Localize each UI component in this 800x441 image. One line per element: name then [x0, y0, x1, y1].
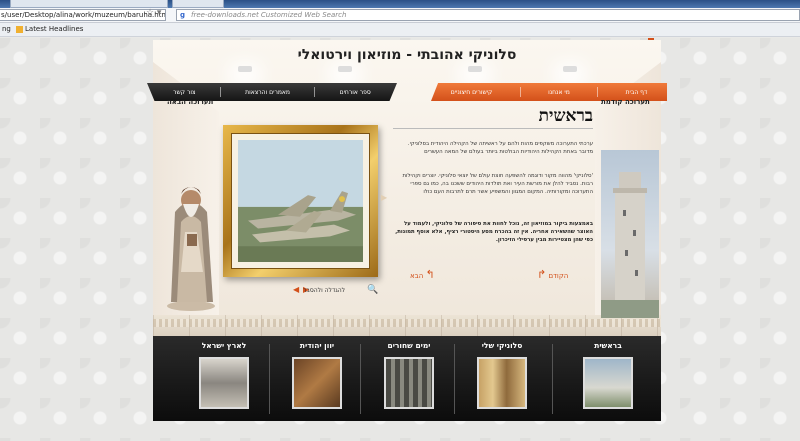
- nav-separator: [314, 87, 316, 97]
- old-man-figure[interactable]: [163, 152, 219, 312]
- exhibit-thumb-beginning[interactable]: בראשית: [562, 336, 654, 421]
- star-icon[interactable]: ☆ ▾: [146, 8, 161, 18]
- nav-separator: [519, 87, 521, 97]
- browser-tab[interactable]: [172, 0, 224, 8]
- search-engine-icon: g: [180, 11, 186, 19]
- thumb-image: [477, 357, 527, 409]
- nav-separator: [219, 87, 221, 97]
- white-tower-image[interactable]: [601, 150, 659, 318]
- browser-tab-strip: [0, 0, 800, 8]
- back-link-label: הקודם: [548, 272, 569, 280]
- frame-mat: [231, 133, 370, 269]
- thumb-label: יוון יהודית: [299, 341, 335, 350]
- white-tower-drawing: [601, 172, 659, 318]
- enlarge-caption[interactable]: להגדלה ולהסבר: [303, 287, 345, 294]
- exhibit-paragraph: ערכתי התערוכה משקפים מהות ולהם על ראשיתה…: [407, 141, 593, 155]
- nav-link-external[interactable]: קישורים חיצוניים: [451, 89, 493, 96]
- thumb-label: בראשית: [594, 341, 622, 350]
- navigation-bar: s/user/Desktop/alina/work/muzeum/baruha.…: [0, 8, 800, 23]
- arrow-left-icon[interactable]: ◀: [293, 285, 299, 294]
- museum-title: סלוניקי אהובתי - מוזיאון וירטואלי: [297, 47, 517, 63]
- jet-photo-drawing: [238, 140, 363, 262]
- thumb-image: [292, 357, 342, 409]
- bookmark-item[interactable]: ng: [2, 23, 11, 36]
- bookmark-label: Latest Headlines: [25, 25, 84, 33]
- exhibits-strip: בראשית סלוניקי שלי ימים שחורים יוון יהוד…: [153, 336, 661, 421]
- back-link[interactable]: הקודם ↱: [537, 268, 568, 281]
- arrow-curve-left-icon: ↰: [425, 268, 435, 281]
- thumb-label: סלוניקי שלי: [481, 341, 523, 350]
- exhibit-paragraph: באמצעות ביקור במוזיאון זה, נוכל לחוות את…: [395, 221, 593, 243]
- arrow-curve-right-icon: ↱: [537, 268, 547, 281]
- thumb-label: ימים שחורים: [387, 341, 431, 350]
- museum-stage: סלוניקי אהובתי - מוזיאון וירטואלי ספר או…: [147, 40, 667, 421]
- heading-divider: [393, 128, 593, 129]
- thumb-image: [199, 357, 249, 409]
- bookmark-item-latest-headlines[interactable]: Latest Headlines: [16, 23, 83, 36]
- next-link[interactable]: ↰ הבא: [410, 268, 435, 281]
- rss-icon: [16, 25, 23, 33]
- exhibit-thumb-black-days[interactable]: ימים שחורים: [363, 336, 455, 421]
- prev-exhibit-link[interactable]: תערוכה קודמת: [601, 98, 650, 106]
- exhibit-thumb-jewish-greece[interactable]: יוון יהודית: [271, 336, 363, 421]
- next-link-label: הבא: [410, 272, 424, 280]
- next-exhibit-link[interactable]: תערוכה הבאה: [167, 98, 213, 106]
- bookmarks-bar: ng Latest Headlines: [0, 23, 800, 37]
- pointer-triangle: ▶: [381, 193, 388, 202]
- floor-frieze: [153, 319, 661, 327]
- address-bar[interactable]: s/user/Desktop/alina/work/muzeum/baruha.…: [0, 9, 166, 21]
- exhibit-paragraph: 'סלוניקי' מהווה מקור ודוגמה להשפעה חוצת …: [402, 173, 593, 195]
- thumb-label: לארץ ישראל: [201, 341, 247, 350]
- exhibit-thumb-my-salonika[interactable]: סלוניקי שלי: [456, 336, 548, 421]
- exhibit-picture-frame[interactable]: [223, 125, 378, 277]
- thumb-image: [583, 357, 633, 409]
- thumb-image: [384, 357, 434, 409]
- search-input[interactable]: g free-downloads.net Customized Web Sear…: [176, 9, 800, 21]
- exhibit-thumb-to-israel[interactable]: לארץ ישראל: [178, 336, 270, 421]
- nav-link-articles[interactable]: מאמרים והרצאות: [245, 89, 290, 96]
- nav-link-guestbook[interactable]: ספר אורחים: [340, 89, 371, 96]
- exhibit-photo[interactable]: [238, 140, 363, 262]
- nav-link-contact[interactable]: צור קשר: [173, 89, 195, 96]
- zoom-icon[interactable]: 🔍: [367, 285, 378, 295]
- exhibit-heading: בראשית: [538, 106, 593, 126]
- thumb-divider: [552, 344, 553, 414]
- browser-tab[interactable]: [10, 0, 168, 8]
- nav-link-home[interactable]: דף הבית: [626, 89, 648, 96]
- nav-link-about[interactable]: מי אנחנו: [548, 89, 570, 96]
- nav-separator: [597, 87, 599, 97]
- search-placeholder: free-downloads.net Customized Web Search: [191, 11, 347, 19]
